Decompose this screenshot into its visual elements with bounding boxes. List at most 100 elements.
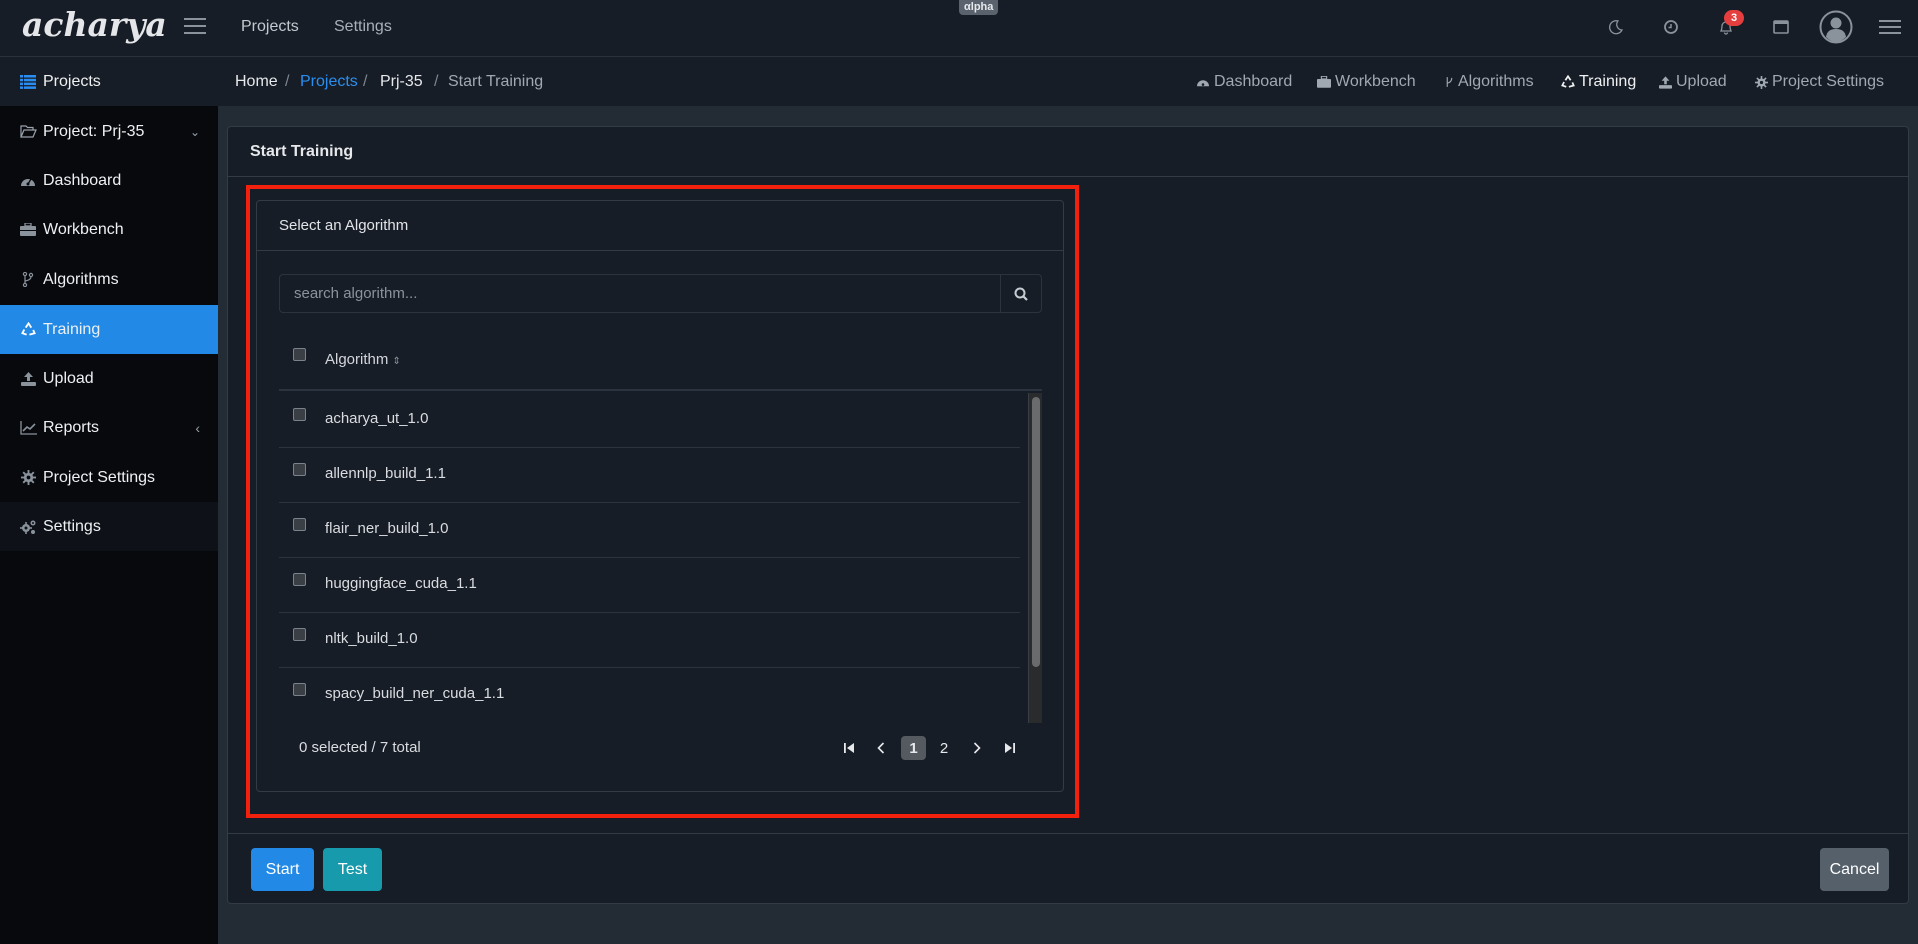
previous-page-button[interactable] <box>871 736 891 760</box>
breadcrumb-separator: / <box>363 73 368 90</box>
gear-icon <box>16 470 40 485</box>
toolbox-icon <box>1317 76 1331 88</box>
row-checkbox[interactable] <box>293 683 306 696</box>
subnav-workbench[interactable]: Workbench <box>1317 73 1416 91</box>
sidebar-item-label: Project: Prj-35 <box>43 122 145 140</box>
sidebar-item-projects[interactable]: Projects <box>0 57 218 106</box>
last-page-button[interactable] <box>1000 736 1020 760</box>
alpha-badge: αlpha <box>959 0 999 15</box>
sidebar-item-label: Upload <box>43 369 94 387</box>
subnav-project-settings[interactable]: Project Settings <box>1755 73 1884 91</box>
subnav-dashboard[interactable]: Dashboard <box>1196 73 1292 91</box>
row-checkbox[interactable] <box>293 518 306 531</box>
sidebar-item-project-settings[interactable]: Project Settings <box>0 453 218 502</box>
sidebar-item-algorithms[interactable]: Algorithms <box>0 255 218 304</box>
sidebar-item-dashboard[interactable]: Dashboard <box>0 156 218 205</box>
sidebar-item-label: Reports <box>43 418 100 436</box>
next-page-button[interactable] <box>967 736 987 760</box>
column-header-algorithm[interactable]: Algorithm ⇕ <box>325 351 401 368</box>
gears-icon <box>16 519 40 535</box>
sidebar-item-settings[interactable]: Settings <box>0 502 218 551</box>
row-checkbox[interactable] <box>293 408 306 421</box>
top-nav-projects[interactable]: Projects <box>241 18 299 36</box>
sidebar-item-label: Workbench <box>43 220 124 238</box>
sidebar-item-label: Training <box>43 320 101 338</box>
row-checkbox[interactable] <box>293 463 306 476</box>
algorithm-name: allennlp_build_1.1 <box>325 465 446 482</box>
user-avatar-icon[interactable] <box>1818 9 1854 45</box>
breadcrumb-project[interactable]: Prj-35 <box>380 73 423 91</box>
chevron-down-icon: ⌄ <box>189 124 200 139</box>
breadcrumb-separator: / <box>434 73 439 90</box>
subnav-label: Training <box>1579 73 1637 90</box>
table-row[interactable]: huggingface_cuda_1.1 <box>279 558 1020 613</box>
row-checkbox[interactable] <box>293 628 306 641</box>
algorithm-panel-title: Select an Algorithm <box>279 217 409 234</box>
last-page-icon <box>1005 743 1015 753</box>
subnav-algorithms[interactable]: Algorithms <box>1445 73 1534 91</box>
page-1-button[interactable]: 1 <box>901 736 926 760</box>
search-button[interactable] <box>1000 275 1041 312</box>
algorithm-panel-header: Select an Algorithm <box>257 201 1063 251</box>
card-header: Start Training <box>228 127 1908 177</box>
select-all-checkbox[interactable] <box>293 348 306 361</box>
search-input[interactable] <box>280 275 1000 312</box>
sidebar: Projects Project: Prj-35 ⌄ Dashboard Wor… <box>0 57 218 944</box>
page-2-button[interactable]: 2 <box>934 736 954 760</box>
subnav-label: Project Settings <box>1772 73 1885 90</box>
sidebar-item-upload[interactable]: Upload <box>0 354 218 403</box>
sidebar-toggle-button[interactable] <box>184 18 206 36</box>
sort-icon[interactable]: ⇕ <box>393 356 401 367</box>
breadcrumb-bar: Home / Projects / Prj-35 / Start Trainin… <box>218 57 1918 106</box>
top-navbar: acharya Projects Settings αlpha 3 <box>0 0 1918 57</box>
breadcrumb-projects[interactable]: Projects <box>300 73 358 91</box>
subnav-upload[interactable]: Upload <box>1659 73 1727 91</box>
table-header: Algorithm ⇕ <box>279 331 1042 391</box>
app-logo[interactable]: acharya <box>22 5 167 44</box>
recycle-icon <box>16 322 40 337</box>
folder-open-icon <box>16 125 40 138</box>
search-field <box>279 274 1042 313</box>
algorithm-name: acharya_ut_1.0 <box>325 410 429 427</box>
sidebar-item-project-prj-35[interactable]: Project: Prj-35 ⌄ <box>0 107 218 156</box>
algorithm-name: flair_ner_build_1.0 <box>325 520 449 537</box>
sidebar-item-label: Dashboard <box>43 171 122 189</box>
dashboard-icon <box>16 174 40 188</box>
upload-icon <box>1659 75 1672 89</box>
window-icon[interactable] <box>1768 14 1794 40</box>
subnav-training[interactable]: Training <box>1561 73 1636 91</box>
top-nav-settings[interactable]: Settings <box>334 18 392 36</box>
algorithm-name: spacy_build_ner_cuda_1.1 <box>325 685 505 702</box>
list-icon <box>16 74 40 89</box>
moon-icon[interactable] <box>1603 14 1629 40</box>
first-page-button[interactable] <box>839 736 859 760</box>
sidebar-item-workbench[interactable]: Workbench <box>0 205 218 254</box>
table-row[interactable]: spacy_build_ner_cuda_1.1 <box>279 668 1020 723</box>
cancel-button[interactable]: Cancel <box>1820 848 1889 891</box>
page-title: Start Training <box>250 143 354 160</box>
sidebar-item-reports[interactable]: Reports ‹ <box>0 403 218 452</box>
algorithm-table-body: acharya_ut_1.0 allennlp_build_1.1 flair_… <box>279 393 1020 723</box>
subnav-label: Upload <box>1676 73 1727 90</box>
table-row[interactable]: allennlp_build_1.1 <box>279 448 1020 503</box>
sidebar-item-training[interactable]: Training <box>0 305 218 354</box>
code-branch-icon <box>1446 77 1453 87</box>
notification-count-badge: 3 <box>1724 10 1744 26</box>
subnav-label: Dashboard <box>1214 73 1293 90</box>
sidebar-item-label: Algorithms <box>43 270 119 288</box>
clock-icon[interactable] <box>1658 14 1684 40</box>
row-checkbox[interactable] <box>293 573 306 586</box>
table-row[interactable]: flair_ner_build_1.0 <box>279 503 1020 558</box>
test-button[interactable]: Test <box>323 848 382 891</box>
scrollbar-thumb[interactable] <box>1032 397 1040 667</box>
menu-icon[interactable] <box>1877 14 1903 40</box>
table-scrollbar[interactable] <box>1028 393 1042 723</box>
table-row[interactable]: nltk_build_1.0 <box>279 613 1020 668</box>
start-button[interactable]: Start <box>251 848 314 891</box>
subnav-label: Algorithms <box>1458 73 1534 90</box>
table-row[interactable]: acharya_ut_1.0 <box>279 393 1020 448</box>
upload-icon <box>16 371 40 386</box>
algorithm-name: huggingface_cuda_1.1 <box>325 575 477 592</box>
subnav-label: Workbench <box>1335 73 1416 90</box>
breadcrumb-home[interactable]: Home <box>235 73 278 91</box>
